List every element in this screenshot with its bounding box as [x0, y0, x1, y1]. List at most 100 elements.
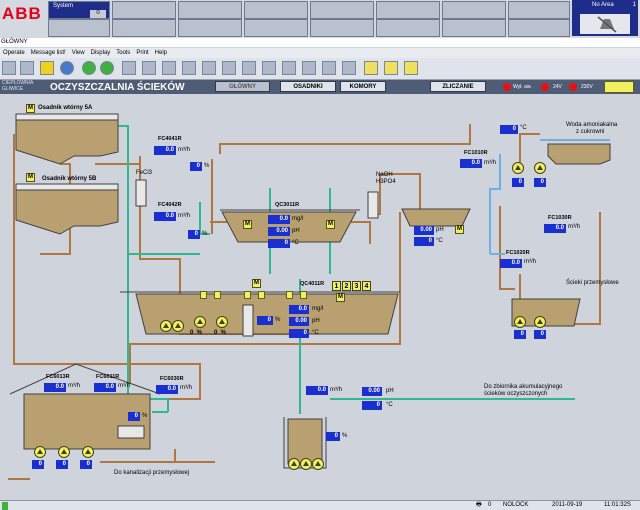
- alarm-slot[interactable]: [310, 19, 374, 37]
- pump-icon[interactable]: [534, 162, 546, 174]
- alarm-slot[interactable]: [310, 1, 374, 19]
- chamber-3[interactable]: 3: [352, 281, 361, 291]
- menu-display[interactable]: Display: [91, 50, 111, 56]
- fc4042r-pct[interactable]: 0: [188, 230, 200, 239]
- akum-pct[interactable]: 0: [326, 432, 340, 441]
- alarm-slot[interactable]: [178, 1, 242, 19]
- mixer-icon[interactable]: [244, 291, 251, 299]
- display-icon[interactable]: [122, 61, 136, 75]
- pump-icon[interactable]: [300, 458, 312, 470]
- alarm-silence-icon[interactable]: [384, 61, 398, 75]
- pump-icon[interactable]: [312, 458, 324, 470]
- mixer-icon[interactable]: [286, 291, 293, 299]
- alarm-slot[interactable]: [376, 1, 440, 19]
- qc3011r-mg[interactable]: 0.0: [268, 215, 290, 224]
- amoniak-pump1-pct[interactable]: 0: [512, 178, 524, 187]
- chamber-1[interactable]: 1: [332, 281, 341, 291]
- amoniak-pump2-pct[interactable]: 0: [534, 178, 546, 187]
- mixer-icon[interactable]: [300, 291, 307, 299]
- fc4041r-flow[interactable]: 0.0: [154, 146, 176, 155]
- pump-icon[interactable]: [216, 316, 228, 328]
- printer-icon[interactable]: [282, 61, 296, 75]
- pump-icon[interactable]: [512, 162, 524, 174]
- pump-icon[interactable]: [534, 316, 546, 328]
- pump-icon[interactable]: [514, 316, 526, 328]
- alarm-slot[interactable]: [508, 1, 570, 19]
- pump-icon[interactable]: [82, 446, 94, 458]
- scieki-pump1-pct[interactable]: 0: [514, 330, 526, 339]
- chamber-4[interactable]: 4: [362, 281, 371, 291]
- alarm-slot[interactable]: [376, 19, 440, 37]
- alarm-slot[interactable]: [244, 19, 308, 37]
- fc6011r-flow[interactable]: 0.0: [94, 383, 116, 392]
- qc4011r-mg[interactable]: 0.0: [289, 305, 309, 314]
- menu-print[interactable]: Print: [136, 50, 148, 56]
- pump-icon[interactable]: [160, 320, 172, 332]
- report-icon[interactable]: [142, 61, 156, 75]
- chamber-2[interactable]: 2: [342, 281, 351, 291]
- mid-tank-ph[interactable]: 0.00: [414, 226, 434, 235]
- pump-icon[interactable]: [172, 320, 184, 332]
- printer-icon[interactable]: 🖶: [476, 501, 482, 510]
- mixer-icon[interactable]: [258, 291, 265, 299]
- alarm-slot[interactable]: [244, 1, 308, 19]
- bottom-pump2-pct[interactable]: 0: [56, 460, 68, 469]
- chart-icon[interactable]: [222, 61, 236, 75]
- qc3011r-ph[interactable]: 0.00: [268, 227, 290, 236]
- fc1010r-flow[interactable]: 0.0: [460, 159, 482, 168]
- grid-icon[interactable]: [2, 61, 16, 75]
- alarm-slot[interactable]: [48, 19, 110, 37]
- pump-icon[interactable]: [34, 446, 46, 458]
- signal-lamp-icon[interactable]: [604, 81, 634, 93]
- scieki-pump2-pct[interactable]: 0: [534, 330, 546, 339]
- config-icon[interactable]: [242, 61, 256, 75]
- tile-icon[interactable]: [322, 61, 336, 75]
- trend-icon[interactable]: [182, 61, 196, 75]
- info-icon[interactable]: [60, 61, 74, 75]
- alarm-list-icon[interactable]: [404, 61, 418, 75]
- menu-tools[interactable]: Tools: [116, 50, 130, 56]
- bottom-pump1-pct[interactable]: 0: [32, 460, 44, 469]
- pump-icon[interactable]: [194, 316, 206, 328]
- system-button[interactable]: System 0: [48, 1, 110, 19]
- nav-osadniki-button[interactable]: OSADNIKI: [280, 81, 336, 92]
- menu-help[interactable]: Help: [155, 50, 167, 56]
- nav-zliczanie-button[interactable]: ZLICZANIE: [430, 81, 486, 92]
- alarm-slot[interactable]: [112, 1, 176, 19]
- qc4011r-temp[interactable]: 0: [289, 329, 309, 338]
- left-bottom-pct[interactable]: 0: [128, 412, 140, 421]
- pump-icon[interactable]: [288, 458, 300, 470]
- alarm-slot[interactable]: [442, 1, 506, 19]
- fc4042r-flow[interactable]: 0.0: [154, 212, 176, 221]
- fc4041r-pct[interactable]: 0: [190, 162, 202, 171]
- edit-icon[interactable]: [202, 61, 216, 75]
- alarm-slot[interactable]: [442, 19, 506, 37]
- outlet-temp[interactable]: 0: [362, 401, 382, 410]
- alarm-slot[interactable]: [508, 19, 570, 37]
- cascade-icon[interactable]: [342, 61, 356, 75]
- table-icon[interactable]: [162, 61, 176, 75]
- fc6030r-flow[interactable]: 0.0: [156, 385, 178, 394]
- mid-tank-temp[interactable]: 0: [414, 237, 434, 246]
- outlet-ph[interactable]: 0.00: [362, 387, 382, 396]
- warning-icon[interactable]: [40, 61, 54, 75]
- alarm-slot[interactable]: [178, 19, 242, 37]
- pump-icon[interactable]: [58, 446, 70, 458]
- alarm-ack-icon[interactable]: [364, 61, 378, 75]
- fc1020r-flow[interactable]: 0.0: [500, 259, 522, 268]
- qc4011r-ph[interactable]: 0.00: [289, 317, 309, 326]
- nav-komory-button[interactable]: KOMORY: [340, 81, 386, 92]
- no-area-panel[interactable]: No Area 1: [572, 0, 638, 36]
- mixer-icon[interactable]: [214, 291, 221, 299]
- qc4011r-pct[interactable]: 0: [257, 316, 273, 325]
- window-icon[interactable]: [302, 61, 316, 75]
- nav-glowny-button[interactable]: GŁÓWNY: [215, 81, 270, 92]
- qc3011r-temp[interactable]: 0: [268, 239, 290, 248]
- back-icon[interactable]: [82, 61, 96, 75]
- outlet-flow[interactable]: 0.0: [306, 386, 328, 395]
- menu-operate[interactable]: Operate: [3, 50, 25, 56]
- fc6013r-flow[interactable]: 0.0: [44, 383, 66, 392]
- settings-icon[interactable]: [262, 61, 276, 75]
- mixer-icon[interactable]: [200, 291, 207, 299]
- fc1030r-flow[interactable]: 0.0: [544, 224, 566, 233]
